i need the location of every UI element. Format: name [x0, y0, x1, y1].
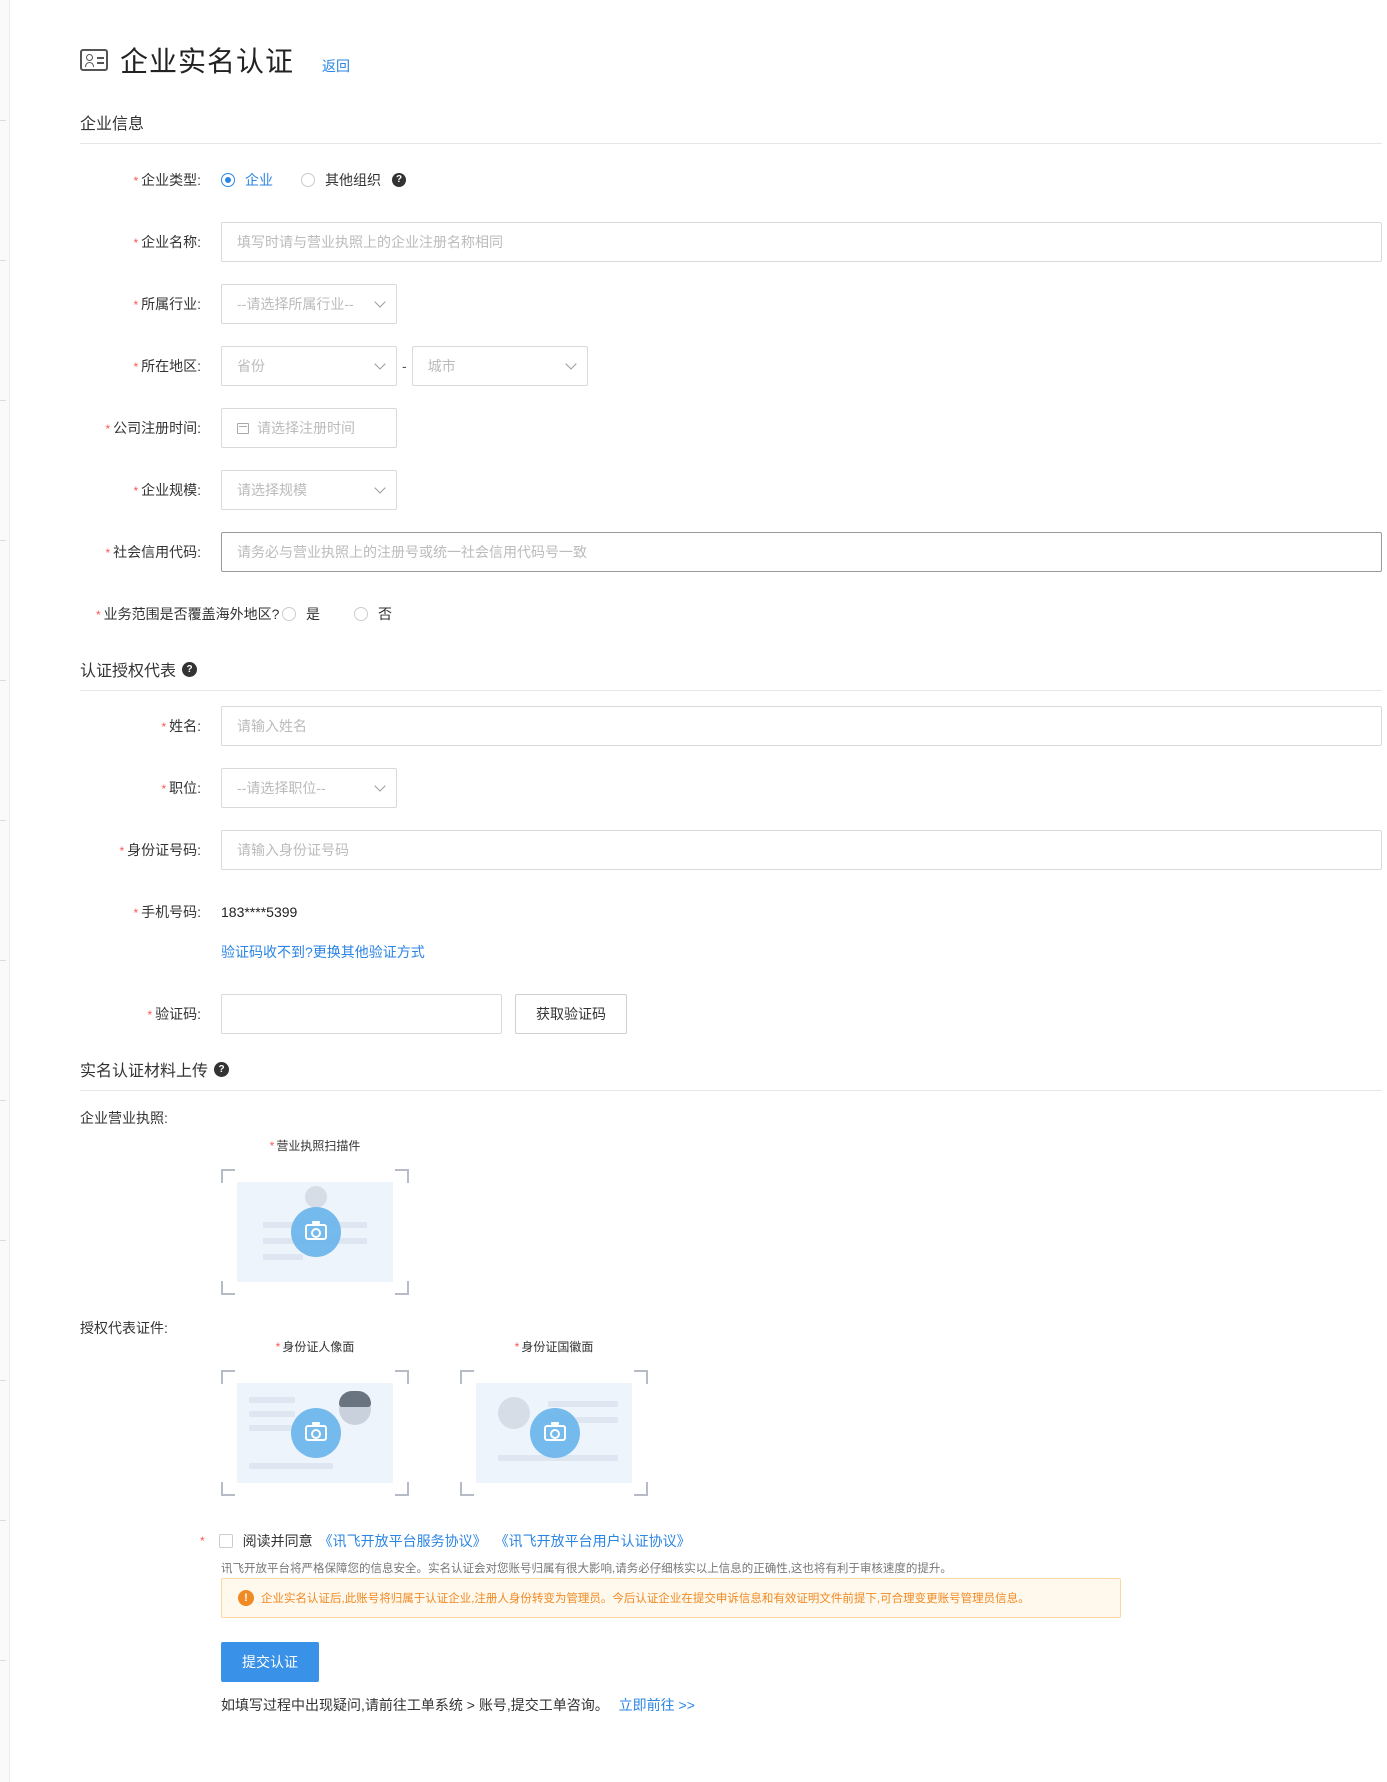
rep-name-row: * 姓名: 请输入姓名: [80, 706, 1382, 746]
question-icon[interactable]: ?: [392, 173, 406, 187]
company-name-input[interactable]: 填写时请与营业执照上的企业注册名称相同: [221, 222, 1382, 262]
help-text: 如填写过程中出现疑问,请前往工单系统 > 账号,提交工单咨询。 立即前往 >>: [221, 1697, 695, 1713]
agreement-checkbox[interactable]: [218, 1534, 233, 1548]
chevron-down-icon: [565, 358, 577, 370]
region-row: * 所在地区: 省份 - 城市: [80, 346, 1382, 386]
city-select[interactable]: 城市: [411, 346, 588, 386]
credit-code-label: * 社会信用代码:: [105, 544, 201, 560]
license-upload-frame[interactable]: [221, 1169, 409, 1295]
id-card-icon: [80, 49, 108, 71]
back-link[interactable]: 返回: [322, 56, 350, 76]
verify-code-row: * 验证码: 获取验证码: [80, 994, 1382, 1034]
chevron-down-icon: [374, 296, 386, 308]
chevron-down-icon: [374, 358, 386, 370]
scale-row: * 企业规模: 请选择规模: [80, 470, 1382, 510]
credit-code-row: * 社会信用代码: 请务必与营业执照上的注册号或统一社会信用代码号一致: [80, 532, 1382, 572]
position-row: * 职位: --请选择职位--: [80, 768, 1382, 808]
go-now-link[interactable]: 立即前往 >>: [619, 1697, 695, 1713]
id-number-label: * 身份证号码:: [119, 842, 201, 858]
company-type-label: * 企业类型:: [133, 172, 201, 188]
region-separator: -: [402, 358, 407, 374]
verify-code-label: * 验证码:: [147, 1006, 201, 1022]
section-representative: 认证授权代表 ?: [80, 657, 1382, 691]
section-materials: 实名认证材料上传 ?: [80, 1057, 1382, 1091]
id-back-upload[interactable]: * 身份证国徽面: [460, 1338, 648, 1496]
warning-banner: ! 企业实名认证后,此账号将归属于认证企业,注册人身份转变为管理员。今后认证企业…: [221, 1578, 1121, 1618]
agreement-row: * 阅读并同意 《讯飞开放平台服务协议》 《讯飞开放平台用户认证协议》: [200, 1531, 691, 1551]
chevron-down-icon: [374, 780, 386, 792]
rep-cert-label: 授权代表证件:: [80, 1320, 168, 1336]
id-front-upload[interactable]: * 身份证人像面: [221, 1338, 409, 1496]
reg-time-picker[interactable]: 请选择注册时间: [221, 408, 397, 448]
question-icon[interactable]: ?: [182, 661, 198, 677]
license-upload[interactable]: * 营业执照扫描件: [221, 1137, 409, 1295]
reg-time-row: * 公司注册时间: 请选择注册时间: [80, 408, 1382, 448]
company-name-label: * 企业名称:: [133, 234, 201, 250]
industry-select[interactable]: --请选择所属行业--: [221, 284, 397, 324]
verify-code-input[interactable]: [221, 994, 502, 1034]
phone-label: * 手机号码:: [133, 904, 201, 920]
scale-label: * 企业规模:: [133, 482, 201, 498]
service-agreement-link[interactable]: 《讯飞开放平台服务协议》: [319, 1531, 487, 1551]
radio-company[interactable]: 企业: [221, 170, 273, 190]
section-title: 实名认证材料上传: [80, 1063, 209, 1080]
question-icon[interactable]: ?: [214, 1061, 230, 1077]
company-type-row: * 企业类型: 企业 其他组织 ?: [80, 170, 1382, 190]
industry-label: * 所属行业:: [133, 296, 201, 312]
industry-row: * 所属行业: --请选择所属行业--: [80, 284, 1382, 324]
radio-circle[interactable]: [282, 607, 296, 621]
scale-select[interactable]: 请选择规模: [221, 470, 397, 510]
certification-agreement-link[interactable]: 《讯飞开放平台用户认证协议》: [495, 1531, 691, 1551]
reg-time-label: * 公司注册时间:: [105, 420, 201, 436]
radio-circle[interactable]: [301, 173, 315, 187]
region-label: * 所在地区:: [133, 358, 201, 374]
radio-other-org[interactable]: 其他组织: [301, 170, 381, 190]
radio-overseas-no[interactable]: 否: [354, 604, 392, 624]
credit-code-input[interactable]: 请务必与营业执照上的注册号或统一社会信用代码号一致: [221, 532, 1382, 572]
id-number-input[interactable]: 请输入身份证号码: [221, 830, 1382, 870]
phone-value: 183****5399: [221, 904, 298, 920]
alt-verify-row: 验证码收不到?更换其他验证方式: [80, 942, 1382, 962]
get-code-button[interactable]: 获取验证码: [515, 994, 627, 1034]
overseas-label: * 业务范围是否覆盖海外地区?: [96, 606, 280, 622]
radio-circle[interactable]: [354, 607, 368, 621]
id-back-caption: * 身份证国徽面: [514, 1340, 594, 1354]
camera-icon[interactable]: [530, 1408, 580, 1458]
rep-name-input[interactable]: 请输入姓名: [221, 706, 1382, 746]
calendar-icon: [237, 422, 249, 434]
warning-icon: !: [238, 1590, 254, 1606]
warning-text: 企业实名认证后,此账号将归属于认证企业,注册人身份转变为管理员。今后认证企业在提…: [261, 1593, 1030, 1605]
radio-circle[interactable]: [221, 173, 235, 187]
overseas-row: * 业务范围是否覆盖海外地区? 是 否: [80, 604, 1382, 624]
phone-row: * 手机号码: 183****5399: [80, 902, 1382, 922]
left-rail: [0, 0, 10, 1782]
agreement-prefix: 阅读并同意: [242, 1533, 313, 1549]
section-title: 认证授权代表: [80, 663, 177, 680]
id-front-frame[interactable]: [221, 1370, 409, 1496]
license-upload-caption: * 营业执照扫描件: [269, 1139, 361, 1153]
license-label: 企业营业执照:: [80, 1110, 168, 1126]
province-select[interactable]: 省份: [221, 346, 397, 386]
alt-verify-link[interactable]: 验证码收不到?更换其他验证方式: [221, 942, 425, 962]
id-front-caption: * 身份证人像面: [275, 1340, 355, 1354]
chevron-down-icon: [374, 482, 386, 494]
position-select[interactable]: --请选择职位--: [221, 768, 397, 808]
submit-button[interactable]: 提交认证: [221, 1642, 319, 1682]
rep-name-label: * 姓名:: [161, 718, 201, 734]
id-number-row: * 身份证号码: 请输入身份证号码: [80, 830, 1382, 870]
page: 企业实名认证 返回 企业信息 * 企业类型: 企业 其他组织 ? * 企业名称: 填…: [80, 0, 1387, 1782]
page-header: 企业实名认证 返回: [80, 40, 350, 80]
id-back-frame[interactable]: [460, 1370, 648, 1496]
page-title: 企业实名认证: [120, 46, 295, 77]
security-note: 讯飞开放平台将严格保障您的信息安全。实名认证会对您账号归属有很大影响,请务必仔细…: [221, 1563, 952, 1575]
section-title: 企业信息: [80, 116, 145, 133]
camera-icon[interactable]: [291, 1408, 341, 1458]
radio-overseas-yes[interactable]: 是: [282, 604, 320, 624]
company-name-row: * 企业名称: 填写时请与营业执照上的企业注册名称相同: [80, 222, 1382, 262]
section-company-info: 企业信息: [80, 110, 1382, 144]
position-label: * 职位:: [161, 780, 201, 796]
camera-icon[interactable]: [291, 1207, 341, 1257]
